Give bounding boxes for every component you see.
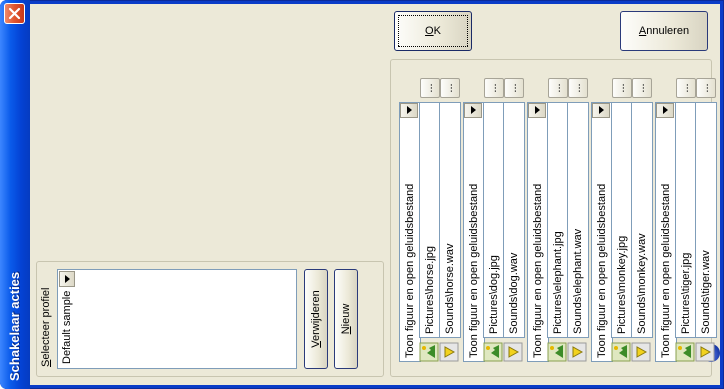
sound-path-field[interactable]: Sounds\horse.wav: [439, 102, 461, 338]
ok-button-label: OK: [425, 25, 441, 37]
browse-picture-button[interactable]: ...: [420, 78, 440, 98]
action-type-dropdown[interactable]: Toon figuur en open geluidsbestand: [527, 102, 549, 362]
picture-icon: [675, 342, 695, 362]
sound-icon: [567, 342, 587, 362]
select-profile-label: Selecteer profiel: [40, 285, 52, 369]
dialog-window: Schakelaar acties Selecteer profiel Defa…: [0, 0, 724, 389]
ok-button[interactable]: OK: [394, 11, 472, 51]
new-profile-button[interactable]: Nieuw: [334, 269, 358, 369]
sound-path-field[interactable]: Sounds\elephant.wav: [567, 102, 589, 338]
picture-icon: [547, 342, 567, 362]
profile-dropdown[interactable]: Default sample: [57, 269, 297, 369]
close-button[interactable]: [4, 3, 25, 24]
action-type-dropdown[interactable]: Toon figuur en open geluidsbestand: [463, 102, 485, 362]
browse-sound-button[interactable]: ...: [696, 78, 716, 98]
title-bar[interactable]: Schakelaar acties: [0, 0, 30, 389]
action-row-1: Toon figuur en open geluidsbestand Pictu…: [397, 64, 720, 368]
remove-profile-button[interactable]: Verwijderen: [304, 269, 328, 369]
close-icon: [8, 7, 21, 20]
action-row-2: Toon figuur en open geluidsbestand Pictu…: [461, 64, 525, 368]
sound-path-field[interactable]: Sounds\monkey.wav: [631, 102, 653, 338]
browse-picture-button[interactable]: ...: [548, 78, 568, 98]
cancel-button-label: Annuleren: [638, 25, 690, 37]
picture-icon: [483, 342, 503, 362]
picture-path-field[interactable]: Pictures\horse.jpg: [419, 102, 441, 338]
dropdown-arrow-icon[interactable]: [592, 103, 610, 118]
sound-icon: [503, 342, 523, 362]
browse-sound-button[interactable]: ...: [568, 78, 588, 98]
action-row-3: Toon figuur en open geluidsbestand Pictu…: [525, 64, 589, 368]
dropdown-arrow-icon[interactable]: [464, 103, 482, 118]
action-row-4: Toon figuur en open geluidsbestand Pictu…: [589, 64, 653, 368]
sound-icon: [695, 342, 715, 362]
sound-icon: [439, 342, 459, 362]
action-type-dropdown[interactable]: Toon figuur en open geluidsbestand: [655, 102, 677, 362]
picture-path-field[interactable]: Pictures\elephant.jpg: [547, 102, 569, 338]
action-row-5: Toon figuur en open geluidsbestand Pictu…: [653, 64, 717, 368]
browse-picture-button[interactable]: ...: [612, 78, 632, 98]
browse-picture-button[interactable]: ...: [676, 78, 696, 98]
action-type-dropdown[interactable]: Toon figuur en open geluidsbestand: [399, 102, 421, 362]
dropdown-arrow-icon[interactable]: [400, 103, 418, 118]
window-title: Schakelaar acties: [7, 271, 22, 381]
action-type-dropdown[interactable]: Toon figuur en open geluidsbestand: [591, 102, 613, 362]
picture-icon: [611, 342, 631, 362]
sound-icon: [631, 342, 651, 362]
actions-panel: Toon figuur en open geluidsbestand Pictu…: [390, 59, 720, 377]
sound-path-field[interactable]: Sounds\dog.wav: [503, 102, 525, 338]
dropdown-arrow-icon[interactable]: [59, 271, 75, 287]
browse-sound-button[interactable]: ...: [632, 78, 652, 98]
dropdown-arrow-icon[interactable]: [528, 103, 546, 118]
picture-path-field[interactable]: Pictures\tiger.jpg: [675, 102, 697, 338]
picture-path-field[interactable]: Pictures\dog.jpg: [483, 102, 505, 338]
browse-sound-button[interactable]: ...: [504, 78, 524, 98]
sound-path-field[interactable]: Sounds\tiger.wav: [695, 102, 717, 338]
picture-icon: [419, 342, 439, 362]
picture-path-field[interactable]: Pictures\monkey.jpg: [611, 102, 633, 338]
profile-dropdown-value: Default sample: [61, 290, 73, 364]
browse-sound-button[interactable]: ...: [440, 78, 460, 98]
dialog-body: Selecteer profiel Default sample Verwijd…: [30, 4, 720, 385]
cancel-button[interactable]: Annuleren: [620, 11, 708, 51]
screen: Schakelaar acties Selecteer profiel Defa…: [0, 0, 724, 389]
browse-picture-button[interactable]: ...: [484, 78, 504, 98]
dropdown-arrow-icon[interactable]: [656, 103, 674, 118]
